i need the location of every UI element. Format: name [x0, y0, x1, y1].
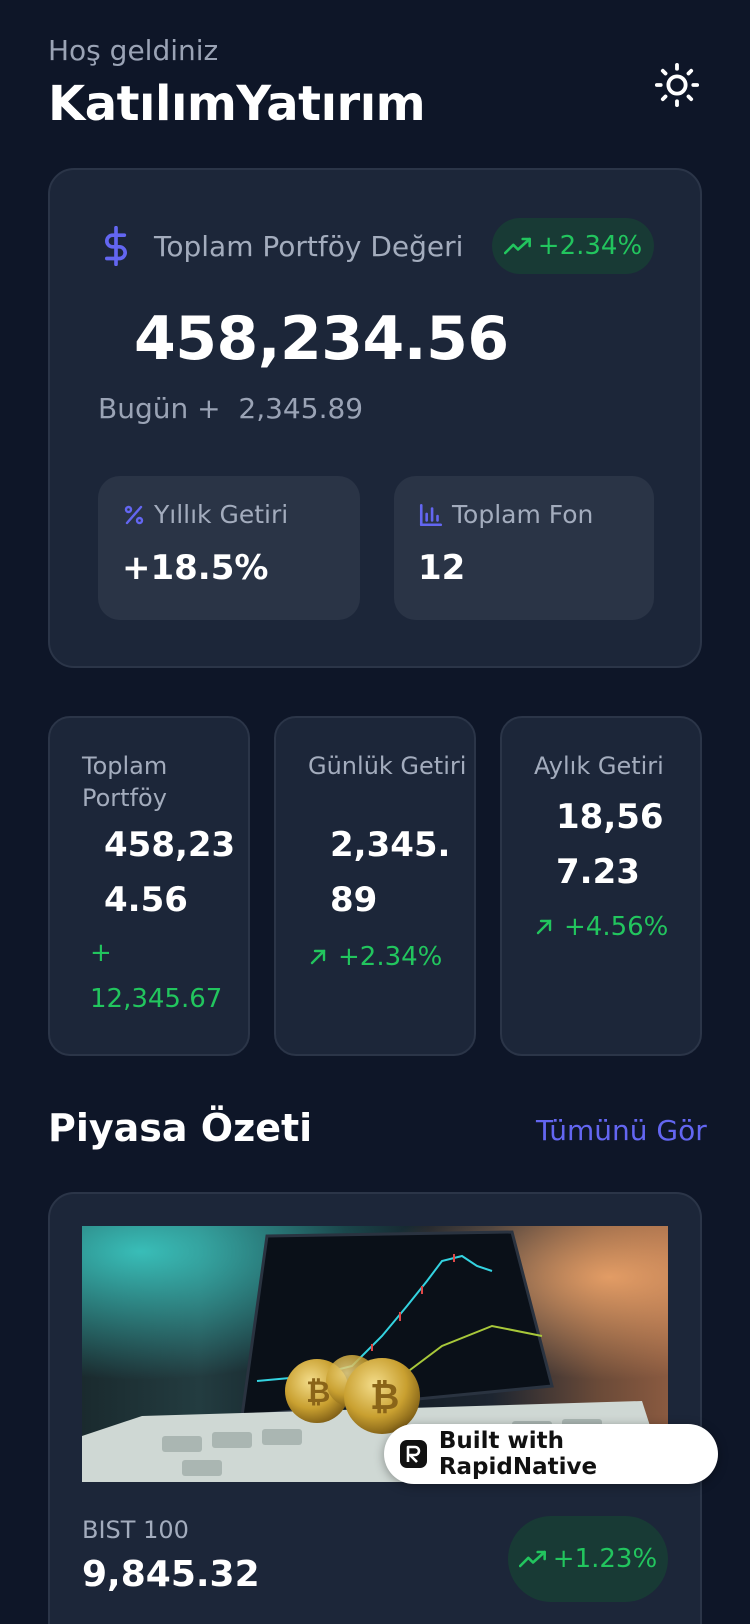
stat-value: 18,567.23 [556, 797, 664, 892]
arrow-up-right-icon [536, 919, 552, 935]
total-funds-label: Toplam Fon [452, 500, 594, 529]
percent-icon [124, 505, 144, 524]
portfolio-label: Toplam Portföy Değeri [154, 230, 464, 263]
portfolio-summary-card[interactable]: Toplam Portföy Değeri +2.34% 458,234.56 … [48, 168, 702, 668]
stat-change-row: +2.34% [308, 932, 472, 982]
market-index-value: 9,845.32 [82, 1554, 260, 1595]
annual-return-label: Yıllık Getiri [154, 500, 289, 529]
stat-change: + 12,345.67 [90, 938, 223, 1014]
market-change-badge: +1.23% [508, 1516, 668, 1602]
trending-up-icon [518, 1550, 546, 1568]
stat-change-row: +4.56% [534, 902, 698, 952]
stat-label: Günlük Getiri [308, 752, 467, 780]
trending-up-icon [503, 237, 531, 255]
total-funds-card[interactable]: Toplam Fon 12 [394, 476, 654, 620]
portfolio-change-text: +2.34% [537, 231, 643, 261]
annual-return-card[interactable]: Yıllık Getiri +18.5% [98, 476, 360, 620]
theme-toggle-button[interactable] [652, 60, 702, 110]
sun-icon [654, 62, 700, 108]
svg-text:₿: ₿ [306, 1375, 330, 1410]
market-change-text: +1.23% [552, 1544, 658, 1574]
market-card[interactable]: ₿ ₿ BIST 100 9,845.32 +1.23% [48, 1192, 702, 1624]
home-screen: Hoş geldiniz KatılımYatırım Toplam Portf… [0, 0, 750, 1624]
built-with-text: Built with RapidNative [438, 1428, 598, 1480]
rapidnative-logo-icon [400, 1440, 427, 1468]
annual-return-value: +18.5% [122, 548, 269, 588]
section-title: Piyasa Özeti [48, 1106, 313, 1150]
portfolio-value: 458,234.56 [134, 304, 509, 374]
today-value: 2,345.89 [238, 392, 364, 425]
arrow-up-right-icon [310, 949, 326, 965]
market-index-name: BIST 100 [82, 1516, 189, 1544]
bar-chart-icon [419, 503, 443, 526]
stat-change: +2.34% [338, 942, 443, 972]
stat-label: Aylık Getiri [534, 752, 664, 780]
stat-label: Toplam Portföy [82, 752, 168, 812]
app-title: KatılımYatırım [48, 76, 426, 132]
stat-card-monthly-return[interactable]: Aylık Getiri 18,567.23 +4.56% [500, 716, 702, 1056]
stat-change: +4.56% [564, 912, 669, 942]
today-label: Bugün + [98, 392, 221, 425]
today-change: Bugün + 2,345.89 [98, 392, 363, 425]
stat-value: 2,345.89 [330, 825, 451, 920]
total-funds-value: 12 [418, 548, 466, 588]
see-all-link[interactable]: Tümünü Gör [536, 1114, 707, 1147]
greeting-text: Hoş geldiniz [48, 34, 219, 67]
stat-card-daily-return[interactable]: Günlük Getiri 2,345.89 +2.34% [274, 716, 476, 1056]
svg-text:₿: ₿ [370, 1377, 399, 1418]
portfolio-change-badge: +2.34% [492, 218, 654, 274]
stat-card-total-portfolio[interactable]: Toplam Portföy 458,234.56 + 12,345.67 [48, 716, 250, 1056]
built-with-badge[interactable]: Built with RapidNative [384, 1424, 718, 1484]
dollar-icon [105, 226, 127, 266]
stat-value: 458,234.56 [104, 825, 236, 920]
